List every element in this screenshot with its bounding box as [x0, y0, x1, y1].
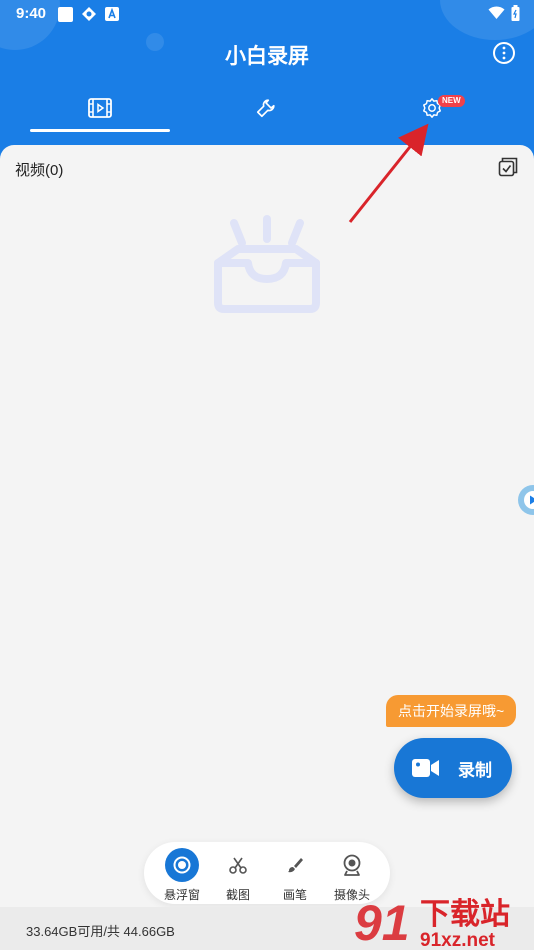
status-bar: 9:40 — [0, 0, 534, 28]
tool-label: 画笔 — [282, 888, 307, 902]
tool-brush[interactable]: 画笔 — [266, 842, 324, 904]
video-list-icon — [88, 98, 112, 118]
tool-label: 悬浮窗 — [163, 888, 200, 902]
tab-indicator — [30, 129, 170, 132]
app-header: 9:40 小白录屏 NEW — [0, 0, 534, 160]
notification-square-icon — [58, 6, 73, 22]
tab-bar — [0, 82, 534, 134]
tool-floating-window[interactable]: 悬浮窗 — [153, 842, 211, 904]
wrench-icon — [256, 99, 275, 118]
page-title: 小白录屏 — [225, 45, 309, 68]
videos-count-label: 视频(0) — [15, 162, 64, 179]
empty-inbox-icon — [214, 215, 320, 313]
tab-videos[interactable] — [30, 82, 170, 134]
info-icon[interactable] — [492, 41, 516, 65]
floating-window-icon — [165, 848, 199, 882]
storage-info: 33.64GB可用/共 44.66GB — [26, 924, 175, 939]
record-button-label: 录制 — [458, 760, 492, 780]
scissors-icon — [221, 848, 255, 882]
wifi-icon — [488, 6, 505, 19]
play-icon — [524, 491, 534, 509]
floating-ball-handle[interactable] — [518, 485, 534, 515]
app-a-icon — [105, 7, 119, 21]
app-notification-icon — [82, 7, 96, 21]
record-hint-tooltip: 点击开始录屏哦~ — [386, 695, 517, 727]
camera-icon — [335, 848, 369, 882]
svg-text:91xz.net: 91xz.net — [420, 930, 496, 950]
tab-settings[interactable] — [362, 82, 502, 134]
new-badge: NEW — [438, 95, 465, 107]
battery-icon — [511, 5, 520, 21]
multi-select-icon[interactable] — [498, 157, 518, 177]
site-watermark-logo: 91 下载站 91xz.net — [354, 895, 510, 950]
tool-screenshot[interactable]: 截图 — [209, 842, 267, 904]
status-time: 9:40 — [16, 5, 47, 22]
brush-icon — [278, 848, 312, 882]
tab-tools[interactable] — [196, 82, 336, 134]
record-button[interactable]: 录制 — [394, 738, 512, 798]
svg-text:下载站: 下载站 — [420, 897, 510, 932]
svg-text:91: 91 — [354, 895, 410, 950]
video-list-panel: 视频(0) 点击开始录屏哦~ 录制 悬浮窗 截图 画笔 摄像头 — [0, 145, 534, 907]
tool-label: 截图 — [225, 888, 250, 902]
video-camera-icon — [412, 759, 439, 777]
